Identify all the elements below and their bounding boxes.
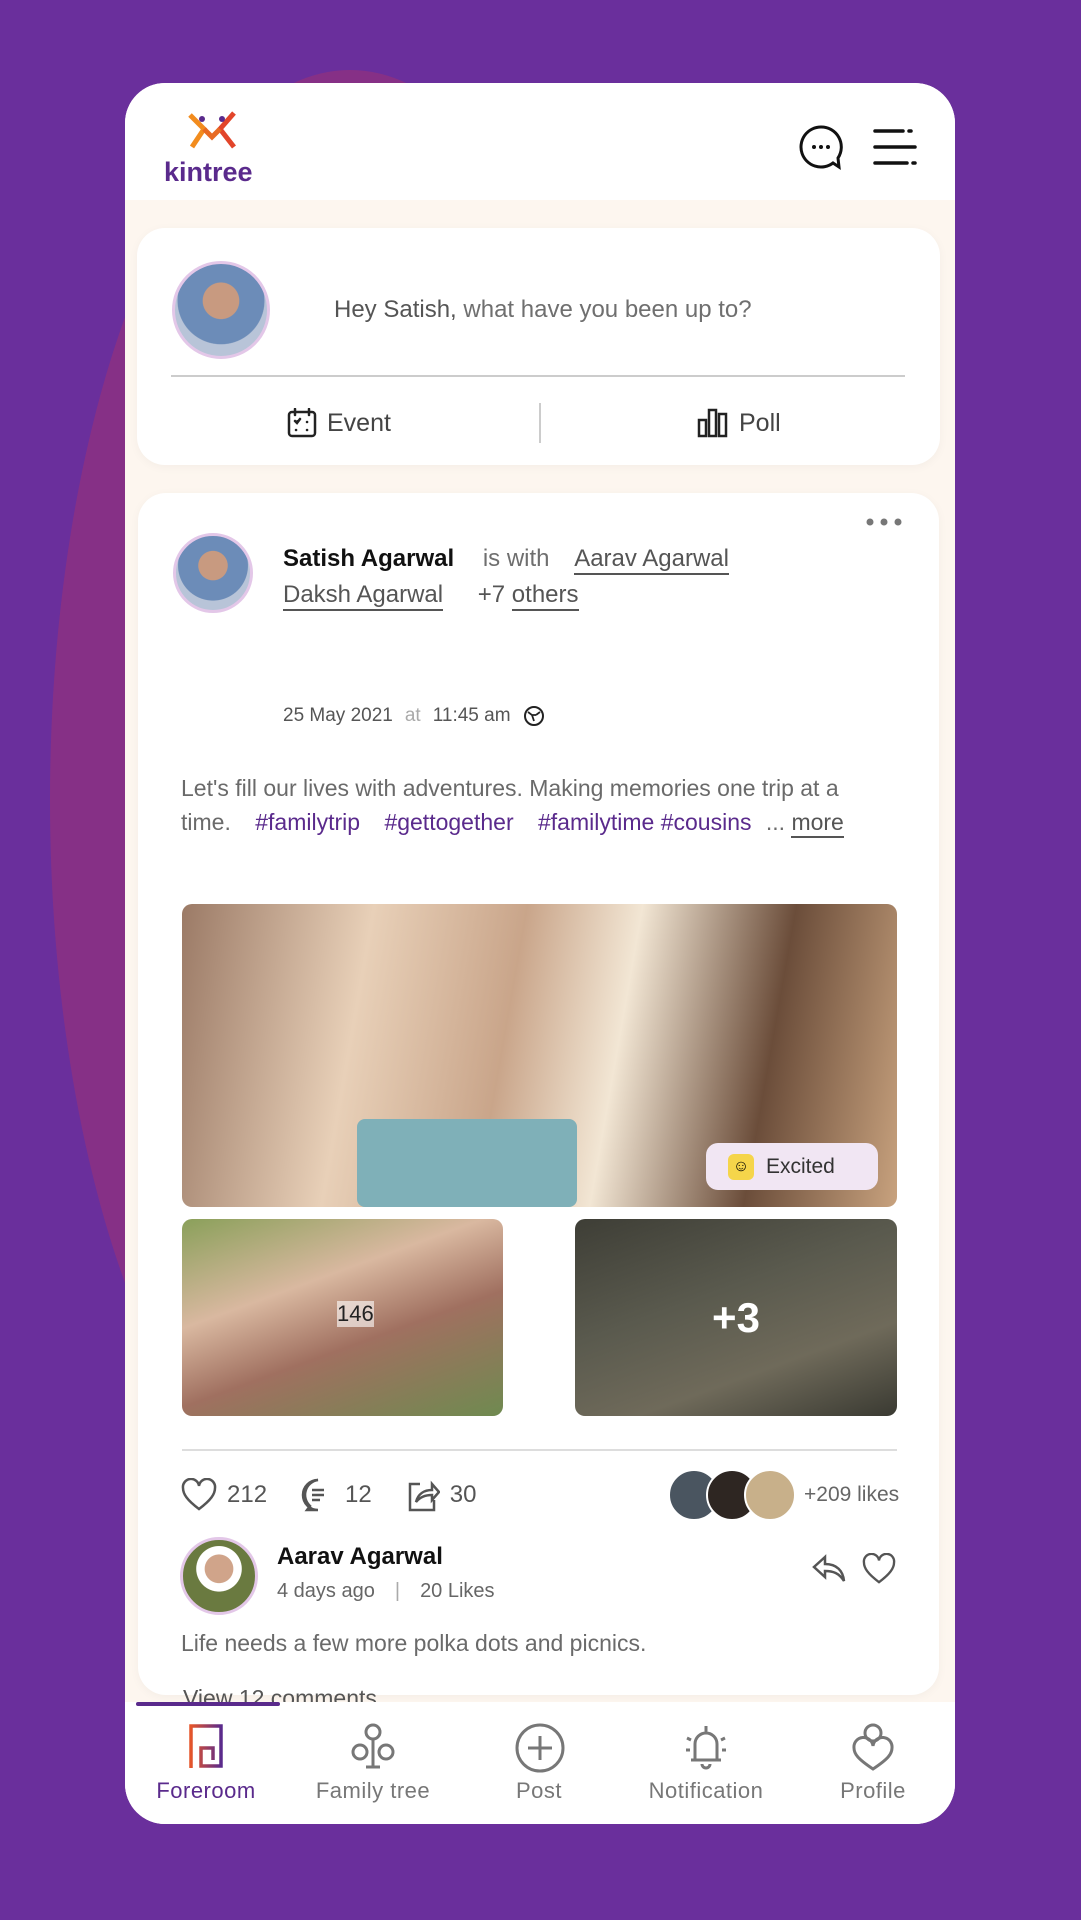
- nav-post[interactable]: Post: [459, 1702, 619, 1824]
- hashtag[interactable]: #cousins: [661, 809, 752, 835]
- chat-icon[interactable]: [797, 123, 845, 171]
- divider: [539, 403, 541, 443]
- image-overlay-text: 146: [337, 1301, 374, 1327]
- feeling-badge: ☺ Excited: [706, 1143, 878, 1190]
- bottom-nav: Foreroom Family tree Post Notification P…: [125, 1702, 955, 1824]
- comment-like-icon[interactable]: [861, 1553, 897, 1585]
- read-more-link[interactable]: more: [791, 809, 844, 838]
- nav-notification[interactable]: Notification: [626, 1702, 786, 1824]
- add-post-icon: [515, 1723, 565, 1773]
- liker-avatar: [744, 1469, 796, 1521]
- kintree-logo[interactable]: kintree: [164, 107, 259, 187]
- smile-icon: ☺: [728, 1153, 754, 1180]
- nav-foreroom[interactable]: Foreroom: [126, 1702, 286, 1824]
- post-image-more[interactable]: +3: [575, 1219, 897, 1416]
- more-options-icon[interactable]: [865, 517, 903, 527]
- commenter-avatar[interactable]: [180, 1537, 258, 1615]
- comment-text: Life needs a few more polka dots and pic…: [181, 1630, 647, 1656]
- profile-icon: [852, 1723, 894, 1771]
- tagged-person[interactable]: Daksh Agarwal: [283, 581, 444, 611]
- tagged-person[interactable]: Aarav Agarwal: [574, 545, 729, 575]
- is-with-label: is with: [482, 545, 550, 572]
- calendar-icon: [287, 408, 317, 438]
- foreroom-icon: [189, 1724, 223, 1768]
- poll-button[interactable]: Poll: [697, 403, 781, 443]
- reply-icon[interactable]: [811, 1553, 847, 1585]
- more-images-count: +3: [712, 1293, 760, 1341]
- composer-input[interactable]: Hey Satish, what have you been up to?: [334, 296, 752, 324]
- nav-family-tree[interactable]: Family tree: [293, 1702, 453, 1824]
- post-image-main[interactable]: ☺ Excited: [182, 904, 897, 1207]
- hashtag[interactable]: #gettogether: [384, 809, 513, 835]
- app-screen: kintree Hey Satish, what have you been u…: [125, 83, 955, 1824]
- event-button[interactable]: Event: [287, 403, 391, 443]
- share-icon[interactable]: [406, 1478, 440, 1512]
- others-link[interactable]: others: [511, 581, 579, 611]
- post-timestamp: 25 May 2021 at 11:45 am: [283, 705, 545, 727]
- author-name[interactable]: Satish Agarwal: [283, 545, 454, 572]
- like-icon[interactable]: [181, 1478, 217, 1512]
- post-card: Satish Agarwal is with Aarav Agarwal Dak…: [138, 493, 939, 1714]
- hashtag[interactable]: #familytrip: [255, 809, 360, 835]
- nav-profile[interactable]: Profile: [793, 1702, 953, 1824]
- comment-meta: 4 days ago | 20 Likes: [277, 1580, 495, 1602]
- globe-icon: [523, 706, 544, 726]
- brand-name: kintree: [164, 157, 253, 187]
- poll-icon: [697, 408, 728, 438]
- divider: [171, 375, 905, 377]
- image-detail: [357, 1119, 577, 1207]
- post-body: Let's fill our lives with adventures. Ma…: [181, 771, 891, 839]
- post-composer: Hey Satish, what have you been up to? Ev…: [137, 228, 940, 465]
- hashtag[interactable]: #familytime: [538, 809, 654, 835]
- author-avatar[interactable]: [173, 533, 253, 613]
- commenter-name[interactable]: Aarav Agarwal: [277, 1543, 443, 1571]
- comment-icon[interactable]: [301, 1478, 335, 1512]
- menu-icon[interactable]: [873, 127, 917, 167]
- user-avatar[interactable]: [172, 261, 270, 359]
- likers-summary[interactable]: +209 likes: [668, 1469, 899, 1521]
- bell-icon: [686, 1726, 726, 1770]
- post-image-2[interactable]: 146: [182, 1219, 503, 1416]
- post-actions: 212 12 30: [181, 1475, 476, 1515]
- family-tree-icon: [351, 1723, 395, 1769]
- divider: [182, 1449, 897, 1451]
- others-count: +7: [477, 581, 506, 608]
- app-header: kintree: [125, 83, 955, 200]
